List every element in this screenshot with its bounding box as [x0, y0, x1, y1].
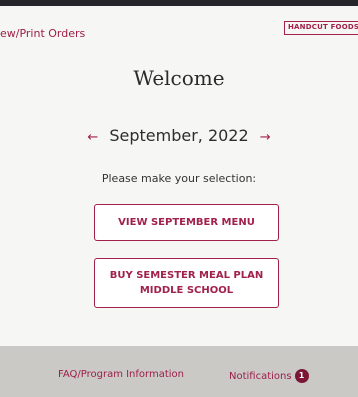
footer: FAQ/Program Information Notifications 1 — [0, 346, 358, 397]
view-menu-button-label: VIEW SEPTEMBER MENU — [118, 217, 255, 228]
faq-link[interactable]: FAQ/Program Information — [58, 369, 184, 380]
next-month-arrow-icon[interactable]: → — [254, 130, 277, 145]
page: ew/Print Orders HANDCUT FOODS Welcome ← … — [0, 0, 358, 397]
buy-meal-plan-button-label: BUY SEMESTER MEAL PLAN MIDDLE SCHOOL — [110, 268, 264, 298]
buy-meal-plan-line1: BUY SEMESTER MEAL PLAN — [109, 270, 264, 281]
view-menu-button[interactable]: VIEW SEPTEMBER MENU — [94, 204, 279, 241]
notifications-link[interactable]: Notifications 1 — [229, 369, 309, 383]
selection-prompt: Please make your selection: — [101, 172, 257, 185]
buy-meal-plan-line2: MIDDLE SCHOOL — [139, 285, 234, 296]
month-navigator: ← September, 2022 → — [0, 126, 358, 145]
top-bar — [0, 0, 358, 6]
notification-count-badge: 1 — [294, 369, 309, 383]
current-month-label: September, 2022 — [109, 126, 249, 145]
view-print-orders-link[interactable]: ew/Print Orders — [0, 27, 85, 40]
prev-month-arrow-icon[interactable]: ← — [81, 130, 104, 145]
buy-meal-plan-button[interactable]: BUY SEMESTER MEAL PLAN MIDDLE SCHOOL — [94, 258, 279, 308]
page-title: Welcome — [133, 66, 225, 90]
brand-logo: HANDCUT FOODS — [284, 21, 358, 35]
notifications-label: Notifications — [229, 371, 292, 382]
